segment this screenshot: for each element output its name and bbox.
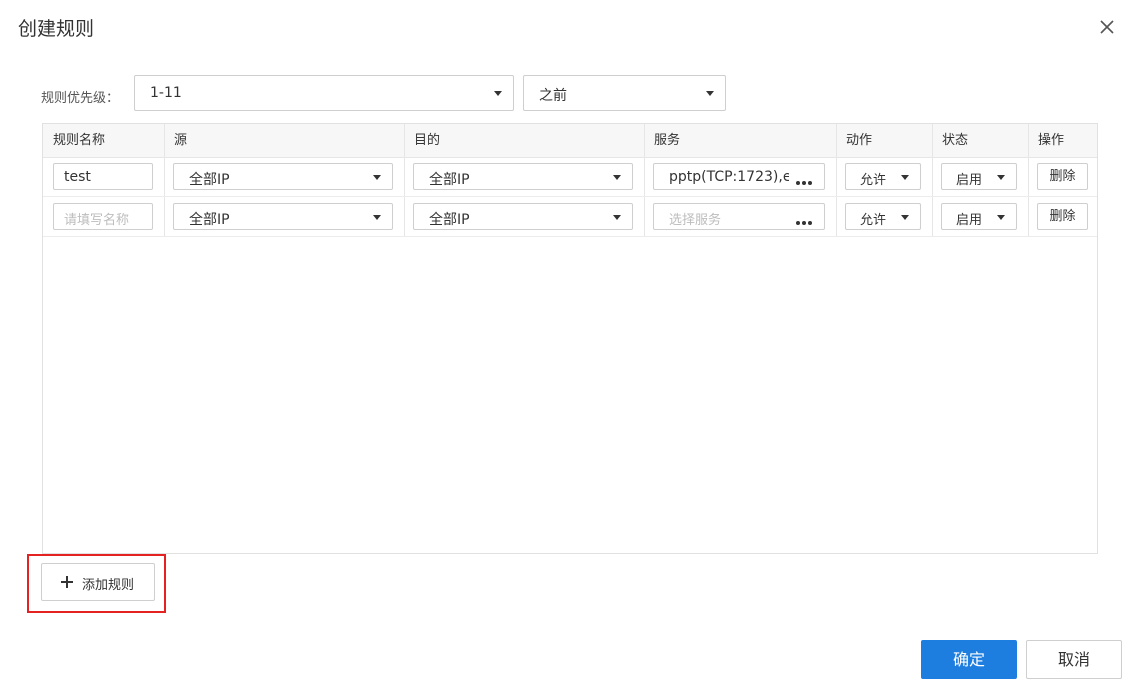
header-service: 服务 [654, 133, 681, 148]
table-header: 规则名称 源 目的 服务 动作 状态 操作 [43, 124, 1097, 158]
action-select[interactable]: 允许 [845, 163, 921, 190]
header-destination: 目的 [414, 133, 441, 148]
source-select[interactable]: 全部IP [173, 163, 393, 190]
chevron-down-icon [494, 91, 502, 96]
chevron-down-icon [706, 91, 714, 96]
service-picker[interactable]: 选择服务 [653, 203, 825, 230]
priority-select[interactable]: 1-11 [134, 75, 514, 111]
add-rule-button[interactable]: 添加规则 [41, 563, 155, 601]
delete-button[interactable]: 删除 [1037, 203, 1088, 230]
confirm-button[interactable]: 确定 [921, 640, 1017, 679]
header-action: 动作 [846, 133, 873, 148]
table-row: 请填写名称 全部IP 全部IP 选择服务 允许 启用 删除 [43, 197, 1097, 237]
table-row: test 全部IP 全部IP pptp(TCP:1723),es 允许 启用 删… [43, 157, 1097, 197]
chevron-down-icon [997, 215, 1005, 220]
chevron-down-icon [613, 175, 621, 180]
action-select[interactable]: 允许 [845, 203, 921, 230]
more-dots-icon[interactable] [796, 213, 814, 225]
chevron-down-icon [373, 175, 381, 180]
chevron-down-icon [373, 215, 381, 220]
priority-value: 1-11 [150, 85, 182, 101]
header-operation: 操作 [1038, 133, 1065, 148]
position-value: 之前 [539, 88, 567, 104]
priority-label: 规则优先级： [41, 91, 120, 106]
dialog-title: 创建规则 [18, 18, 95, 40]
status-select[interactable]: 启用 [941, 203, 1017, 230]
source-select[interactable]: 全部IP [173, 203, 393, 230]
rule-name-input[interactable]: 请填写名称 [53, 203, 153, 230]
status-select[interactable]: 启用 [941, 163, 1017, 190]
cancel-button[interactable]: 取消 [1026, 640, 1122, 679]
chevron-down-icon [901, 215, 909, 220]
rule-name-input[interactable]: test [53, 163, 153, 190]
header-source: 源 [174, 133, 188, 148]
destination-select[interactable]: 全部IP [413, 163, 633, 190]
chevron-down-icon [997, 175, 1005, 180]
header-status: 状态 [942, 133, 969, 148]
header-rule-name: 规则名称 [53, 133, 106, 148]
add-rule-label: 添加规则 [82, 578, 135, 593]
service-picker[interactable]: pptp(TCP:1723),es [653, 163, 825, 190]
position-select[interactable]: 之前 [523, 75, 726, 111]
more-dots-icon[interactable] [796, 173, 814, 185]
chevron-down-icon [613, 215, 621, 220]
chevron-down-icon [901, 175, 909, 180]
delete-button[interactable]: 删除 [1037, 163, 1088, 190]
destination-select[interactable]: 全部IP [413, 203, 633, 230]
close-icon[interactable] [1096, 16, 1118, 38]
plus-icon [60, 575, 74, 589]
rules-table: 规则名称 源 目的 服务 动作 状态 操作 test 全部IP 全部IP ppt… [42, 123, 1098, 554]
